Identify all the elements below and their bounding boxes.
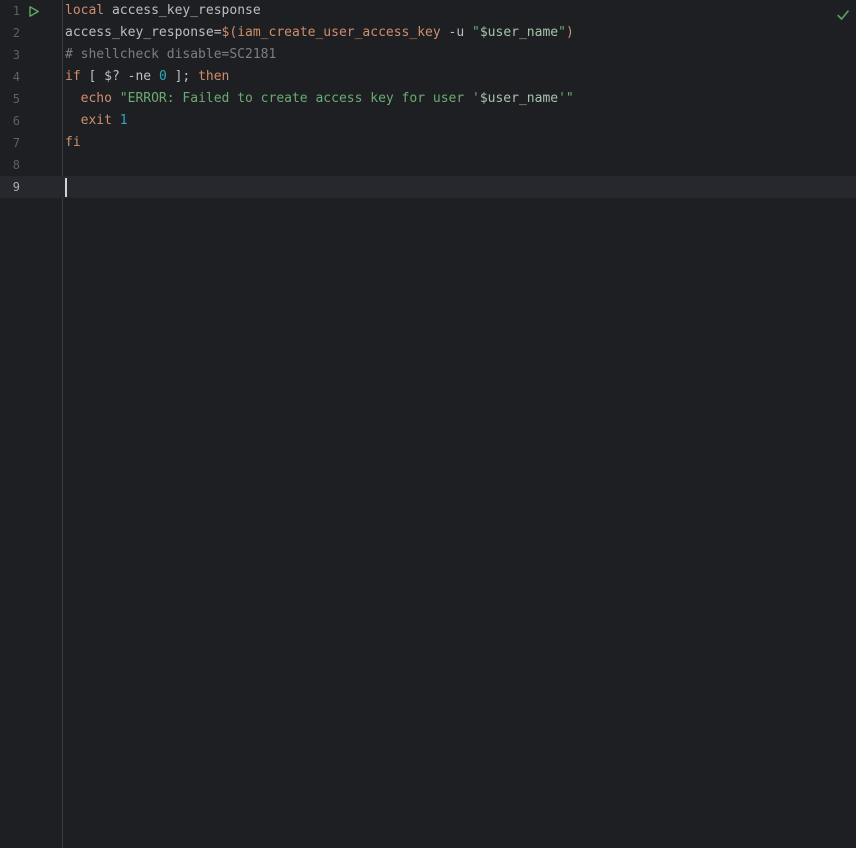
- code-line-7[interactable]: 7 fi: [0, 132, 856, 154]
- gutter-cell: 5: [0, 88, 63, 110]
- run-line-icon[interactable]: [27, 4, 41, 18]
- code-lines-container[interactable]: 1 local access_key_response 2 access_key_re…: [0, 0, 856, 198]
- code-token: exit: [81, 110, 112, 132]
- line-number[interactable]: 8: [0, 154, 20, 176]
- code-line-2[interactable]: 2 access_key_response=$(iam_create_user_a…: [0, 22, 856, 44]
- code-line-3[interactable]: 3 # shellcheck disable=SC2181: [0, 44, 856, 66]
- code-token: if: [65, 66, 81, 88]
- code-text[interactable]: # shellcheck disable=SC2181: [63, 44, 276, 66]
- code-editor: 1 local access_key_response 2 access_key_re…: [0, 0, 856, 848]
- code-token: [65, 88, 81, 110]
- gutter-cell: 8: [0, 154, 63, 176]
- code-token: # shellcheck disable=SC2181: [65, 44, 276, 66]
- code-token: $(iam_create_user_access_key: [222, 22, 441, 44]
- code-token: ": [558, 22, 566, 44]
- code-token: [112, 88, 120, 110]
- code-text[interactable]: if [ $? -ne 0 ]; then: [63, 66, 229, 88]
- code-token: local: [65, 0, 104, 22]
- code-token: access_key_response: [104, 0, 261, 22]
- gutter-cell: 3: [0, 44, 63, 66]
- gutter-cell: 6: [0, 110, 63, 132]
- code-line-8[interactable]: 8: [0, 154, 856, 176]
- inspection-ok-check-icon[interactable]: [835, 7, 851, 23]
- code-text[interactable]: [63, 176, 67, 198]
- code-text[interactable]: local access_key_response: [63, 0, 261, 22]
- code-token: access_key_response=: [65, 22, 222, 44]
- code-token: echo: [81, 88, 112, 110]
- line-number[interactable]: 5: [0, 88, 20, 110]
- code-line-5[interactable]: 5 echo "ERROR: Failed to create access k…: [0, 88, 856, 110]
- code-token: -u: [441, 22, 472, 44]
- code-line-6[interactable]: 6 exit 1: [0, 110, 856, 132]
- line-number[interactable]: 1: [0, 0, 20, 22]
- code-text[interactable]: access_key_response=$(iam_create_user_ac…: [63, 22, 574, 44]
- line-number[interactable]: 9: [0, 176, 20, 198]
- code-text[interactable]: fi: [63, 132, 81, 154]
- gutter-cell: 1: [0, 0, 63, 22]
- code-token: [65, 110, 81, 132]
- code-line-9[interactable]: 9: [0, 176, 856, 198]
- code-line-4[interactable]: 4 if [ $? -ne 0 ]; then: [0, 66, 856, 88]
- code-text[interactable]: exit 1: [63, 110, 128, 132]
- gutter-cell: 4: [0, 66, 63, 88]
- code-token: 1: [120, 110, 128, 132]
- code-token: '": [558, 88, 574, 110]
- line-number[interactable]: 7: [0, 132, 20, 154]
- code-token: $user_name: [480, 88, 558, 110]
- code-text[interactable]: echo "ERROR: Failed to create access key…: [63, 88, 574, 110]
- code-token: ): [566, 22, 574, 44]
- line-number[interactable]: 4: [0, 66, 20, 88]
- code-line-1[interactable]: 1 local access_key_response: [0, 0, 856, 22]
- code-token: "ERROR: Failed to create access key for …: [120, 88, 480, 110]
- code-token: then: [198, 66, 229, 88]
- code-token: fi: [65, 132, 81, 154]
- code-token: [ $? -ne: [81, 66, 159, 88]
- gutter-cell: 2: [0, 22, 63, 44]
- gutter-cell: 9: [0, 176, 63, 198]
- code-token: [112, 110, 120, 132]
- line-number[interactable]: 3: [0, 44, 20, 66]
- code-token: $user_name: [480, 22, 558, 44]
- text-caret: [65, 178, 67, 197]
- check-icon: [836, 8, 850, 22]
- code-text[interactable]: [63, 154, 65, 176]
- code-token: ": [472, 22, 480, 44]
- line-number[interactable]: 6: [0, 110, 20, 132]
- line-number[interactable]: 2: [0, 22, 20, 44]
- play-triangle-icon: [28, 5, 40, 18]
- gutter-cell: 7: [0, 132, 63, 154]
- code-token: ];: [167, 66, 198, 88]
- code-token: 0: [159, 66, 167, 88]
